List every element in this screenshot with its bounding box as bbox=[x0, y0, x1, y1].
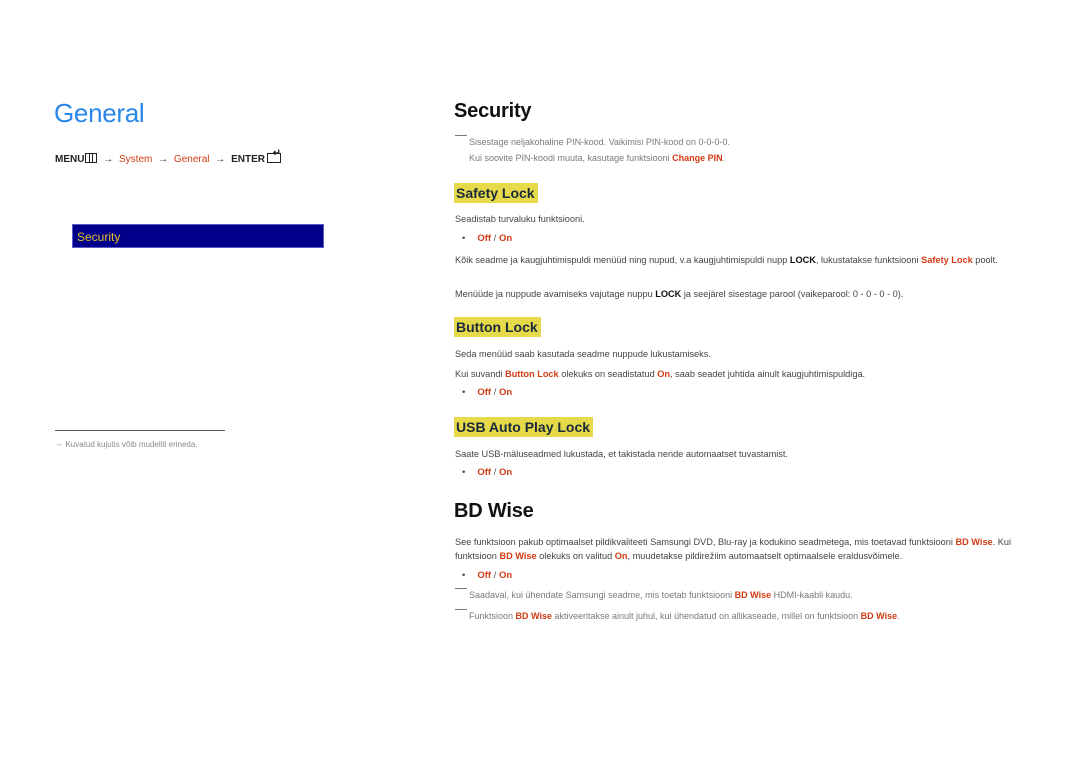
security-note-line2: Kui soovite PIN-koodi muuta, kasutage fu… bbox=[455, 150, 730, 166]
usb-auto-play-lock-heading: USB Auto Play Lock bbox=[454, 417, 594, 437]
button-lock-heading: Button Lock bbox=[454, 317, 541, 337]
button-lock-paragraph: Kui suvandi Button Lock olekuks on seadi… bbox=[455, 367, 1030, 381]
option-on: On bbox=[498, 387, 513, 398]
arrow-icon: → bbox=[158, 154, 169, 165]
bd-wise-ref: BD Wise bbox=[515, 611, 552, 621]
arrow-icon: → bbox=[103, 154, 114, 165]
text: HDMI-kaabli kaudu. bbox=[771, 590, 853, 600]
bd-wise-ref: BD Wise bbox=[860, 611, 898, 621]
text: See funktsioon pakub optimaalset pildikv… bbox=[455, 537, 956, 547]
bullet-icon: • bbox=[462, 570, 466, 581]
text: Saadaval, kui ühendate Samsungi seadme, … bbox=[469, 590, 735, 600]
breadcrumb-system: System bbox=[119, 154, 153, 165]
text: Funktsioon bbox=[469, 611, 516, 621]
bd-wise-heading: BD Wise bbox=[454, 500, 534, 522]
enter-label: ENTER bbox=[231, 154, 265, 165]
note-dash-icon bbox=[455, 135, 467, 136]
change-pin-link: Change PIN bbox=[672, 153, 723, 163]
lock-key-label: LOCK bbox=[655, 289, 682, 299]
bullet-icon: • bbox=[462, 233, 466, 244]
safety-lock-options: • Off / On bbox=[462, 232, 512, 246]
text: aktiveeritakse ainult juhul, kui ühendat… bbox=[551, 611, 861, 621]
bd-wise-options: • Off / On bbox=[462, 569, 512, 583]
text: . bbox=[897, 611, 900, 621]
usb-auto-play-lock-options: • Off / On bbox=[462, 466, 512, 480]
page-title: General bbox=[54, 98, 145, 128]
text: , lukustatakse funktsiooni bbox=[815, 255, 922, 265]
text: , saab seadet juhtida ainult kaugjuhtimi… bbox=[670, 369, 866, 379]
option-off: Off bbox=[477, 233, 492, 244]
safety-lock-heading: Safety Lock bbox=[454, 183, 538, 203]
text: Menüüde ja nuppude avamiseks vajutage nu… bbox=[455, 289, 656, 299]
security-note: Sisestage neljakohaline PIN-kood. Vaikim… bbox=[455, 134, 730, 166]
button-lock-desc: Seda menüüd saab kasutada seadme nuppude… bbox=[455, 349, 711, 359]
menu-path-breadcrumb: MENU → System → General → ENTER bbox=[55, 148, 281, 165]
bd-wise-ref: BD Wise bbox=[734, 590, 772, 600]
option-on: On bbox=[498, 570, 513, 581]
safety-lock-paragraph-2: Menüüde ja nuppude avamiseks vajutage nu… bbox=[455, 287, 1030, 301]
footnote-divider bbox=[55, 430, 225, 431]
bd-wise-ref: BD Wise bbox=[499, 551, 537, 561]
safety-lock-desc: Seadistab turvaluku funktsiooni. bbox=[455, 214, 585, 224]
footnote-left: – Kuvatud kujutis võib mudeliti erineda. bbox=[57, 440, 198, 449]
text: Kui suvandi bbox=[455, 369, 506, 379]
enter-icon bbox=[266, 148, 281, 163]
option-separator: / bbox=[491, 570, 499, 581]
text: olekuks on valitud bbox=[536, 551, 615, 561]
arrow-icon: → bbox=[215, 154, 226, 165]
safety-lock-paragraph-1: Kõik seadme ja kaugjuhtimispuldi menüüd … bbox=[455, 253, 1030, 267]
text: , muudetakse pildirežiim automaatselt op… bbox=[627, 551, 903, 561]
footnote-text: Kuvatud kujutis võib mudeliti erineda. bbox=[65, 440, 198, 449]
menu-screenshot-box: Security bbox=[72, 224, 324, 248]
bd-wise-note-2: Funktsioon BD Wise aktiveeritakse ainult… bbox=[455, 608, 900, 624]
menu-icon bbox=[85, 153, 98, 163]
text: Kõik seadme ja kaugjuhtimispuldi menüüd … bbox=[455, 255, 790, 265]
button-lock-ref: Button Lock bbox=[505, 369, 559, 379]
security-note-line1: Sisestage neljakohaline PIN-kood. Vaikim… bbox=[469, 137, 730, 147]
dash-icon: – bbox=[57, 440, 62, 449]
text: olekuks on seadistatud bbox=[558, 369, 658, 379]
bd-wise-paragraph: See funktsioon pakub optimaalset pildikv… bbox=[455, 535, 1030, 563]
safety-lock-ref: Safety Lock bbox=[921, 255, 973, 265]
on-ref: On bbox=[614, 551, 628, 561]
on-ref: On bbox=[657, 369, 670, 379]
usb-auto-play-lock-desc: Saate USB-mäluseadmed lukustada, et taki… bbox=[455, 449, 788, 459]
text: poolt. bbox=[972, 255, 998, 265]
bd-wise-note-1: Saadaval, kui ühendate Samsungi seadme, … bbox=[455, 587, 853, 603]
bd-wise-ref: BD Wise bbox=[955, 537, 993, 547]
menu-label: MENU bbox=[55, 154, 85, 165]
option-on: On bbox=[498, 233, 513, 244]
breadcrumb-general: General bbox=[173, 154, 210, 165]
text: ja seejärel sisestage parool (vaikeparoo… bbox=[681, 289, 904, 299]
bullet-icon: • bbox=[462, 467, 466, 478]
bullet-icon: • bbox=[462, 387, 466, 398]
option-off: Off bbox=[477, 387, 492, 398]
note-dash-icon bbox=[455, 609, 467, 610]
lock-key-label: LOCK bbox=[789, 255, 816, 265]
option-off: Off bbox=[477, 570, 492, 581]
security-heading: Security bbox=[454, 100, 532, 122]
option-on: On bbox=[498, 467, 513, 478]
option-separator: / bbox=[491, 387, 499, 398]
note-dash-icon bbox=[455, 588, 467, 589]
option-off: Off bbox=[477, 467, 492, 478]
note-text: . bbox=[722, 153, 726, 163]
option-separator: / bbox=[491, 467, 499, 478]
note-text: Kui soovite PIN-koodi muuta, kasutage fu… bbox=[469, 153, 673, 163]
button-lock-options: • Off / On bbox=[462, 386, 512, 400]
menu-item-security: Security bbox=[77, 230, 121, 244]
option-separator: / bbox=[491, 233, 499, 244]
